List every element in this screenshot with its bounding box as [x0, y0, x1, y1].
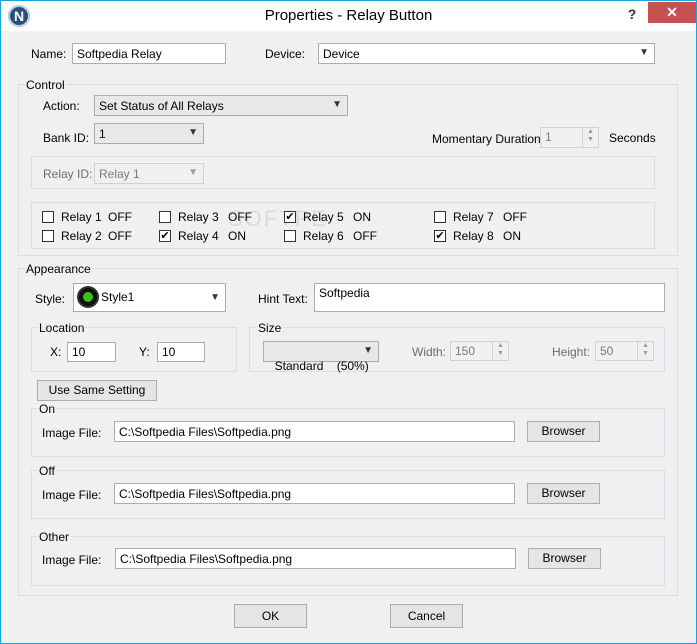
device-select-value: Device [323, 47, 360, 61]
off-image-group-title: Off [38, 464, 56, 478]
relay-8-status: ON [503, 229, 521, 243]
action-select[interactable]: Set Status of All Relays ▼ [94, 95, 348, 116]
device-select[interactable]: Device ▼ [318, 43, 655, 64]
relay-4-status: ON [228, 229, 246, 243]
bank-id-label: Bank ID: [43, 131, 90, 145]
ok-button[interactable]: OK [234, 604, 307, 628]
spin-updown-icon[interactable]: ▲ ▼ [582, 128, 598, 147]
relay-7-label: Relay 7 [453, 210, 494, 224]
relay-4-checkbox[interactable]: ✔ [159, 230, 171, 242]
title-bar: N Properties - Relay Button ? ✕ [1, 1, 696, 31]
on-image-group-title: On [38, 402, 57, 416]
relay-6-status: OFF [353, 229, 377, 243]
other-image-file-label: Image File: [42, 553, 102, 567]
power-icon [79, 288, 97, 306]
bank-id-value: 1 [99, 127, 106, 141]
action-select-value: Set Status of All Relays [99, 99, 224, 113]
relay-1-label: Relay 1 [61, 210, 102, 224]
window-title: Properties - Relay Button [264, 7, 433, 24]
off-image-file-input[interactable]: C:\Softpedia Files\Softpedia.png [114, 483, 515, 504]
relay-1-status: OFF [108, 210, 132, 224]
relay-7-status: OFF [503, 210, 527, 224]
relay-id-label: Relay ID: [43, 167, 93, 181]
relay-8-checkbox[interactable]: ✔ [434, 230, 446, 242]
chevron-down-icon: ▼ [188, 127, 198, 138]
relay-3-checkbox[interactable] [159, 211, 171, 223]
name-input[interactable]: Softpedia Relay [72, 43, 226, 64]
relay-id-value: Relay 1 [99, 167, 140, 181]
control-group-title: Control [25, 78, 66, 92]
width-label: Width: [412, 345, 447, 359]
relay-3-label: Relay 3 [178, 210, 219, 224]
other-browse-button[interactable]: Browser [528, 548, 601, 569]
relay-2-checkbox[interactable] [42, 230, 54, 242]
chevron-down-icon: ▼ [332, 99, 342, 110]
height-value: 50 [600, 344, 614, 358]
location-y-input[interactable]: 10 [157, 342, 205, 362]
relay-3-status: OFF [228, 210, 252, 224]
help-button[interactable]: ? [621, 4, 643, 24]
other-image-group-title: Other [38, 530, 71, 544]
size-preset-select[interactable]: Standard (50%) ▼ [263, 341, 379, 373]
spin-updown-icon[interactable]: ▲ ▼ [637, 342, 653, 360]
on-browse-button[interactable]: Browser [527, 421, 600, 442]
relay-2-status: OFF [108, 229, 132, 243]
relay-5-label: Relay 5 [303, 210, 344, 224]
relay-5-status: ON [353, 210, 371, 224]
momentary-duration-value: 1 [545, 130, 552, 144]
location-group-title: Location [38, 321, 86, 335]
on-image-file-input[interactable]: C:\Softpedia Files\Softpedia.png [114, 421, 515, 442]
style-select-value: Style1 [101, 290, 135, 304]
relay-6-label: Relay 6 [303, 229, 344, 243]
hint-text-label: Hint Text: [258, 292, 308, 306]
chevron-down-icon: ▼ [188, 167, 198, 178]
appearance-group-title: Appearance [25, 262, 92, 276]
momentary-duration-stepper[interactable]: 1 ▲ ▼ [540, 127, 599, 148]
height-label: Height: [552, 345, 591, 359]
width-stepper[interactable]: 150 ▲ ▼ [450, 341, 509, 361]
relay-7-checkbox[interactable] [434, 211, 446, 223]
use-same-setting-button[interactable]: Use Same Setting [37, 380, 157, 401]
cancel-button[interactable]: Cancel [390, 604, 463, 628]
relay-6-checkbox[interactable] [284, 230, 296, 242]
spin-updown-icon[interactable]: ▲ ▼ [492, 342, 508, 360]
size-group-title: Size [257, 321, 283, 335]
chevron-down-icon: ▼ [363, 345, 373, 356]
style-label: Style: [35, 292, 66, 306]
relay-8-label: Relay 8 [453, 229, 494, 243]
device-label: Device: [265, 47, 306, 61]
size-preset-value: Standard (50%) [274, 359, 369, 373]
bank-id-select[interactable]: 1 ▼ [94, 123, 204, 144]
momentary-duration-unit: Seconds [609, 131, 656, 145]
location-y-label: Y: [139, 345, 150, 359]
other-image-file-input[interactable]: C:\Softpedia Files\Softpedia.png [115, 548, 516, 569]
location-x-label: X: [50, 345, 62, 359]
action-label: Action: [43, 99, 80, 113]
momentary-duration-label: Momentary Duration: [432, 132, 545, 146]
name-label: Name: [31, 47, 67, 61]
close-button[interactable]: ✕ [648, 2, 696, 23]
relay-1-checkbox[interactable] [42, 211, 54, 223]
on-image-file-label: Image File: [42, 426, 102, 440]
chevron-down-icon: ▼ [639, 47, 649, 58]
relay-4-label: Relay 4 [178, 229, 219, 243]
style-select[interactable]: Style1 ▼ [73, 283, 226, 312]
relay-5-checkbox[interactable]: ✔ [284, 211, 296, 223]
location-x-input[interactable]: 10 [67, 342, 116, 362]
hint-text-input[interactable]: Softpedia [314, 283, 665, 312]
width-value: 150 [455, 344, 476, 358]
off-browse-button[interactable]: Browser [527, 483, 600, 504]
relay-id-select[interactable]: Relay 1 ▼ [94, 163, 204, 184]
off-image-file-label: Image File: [42, 488, 102, 502]
relay-2-label: Relay 2 [61, 229, 102, 243]
height-stepper[interactable]: 50 ▲ ▼ [595, 341, 654, 361]
chevron-down-icon: ▼ [210, 292, 220, 303]
